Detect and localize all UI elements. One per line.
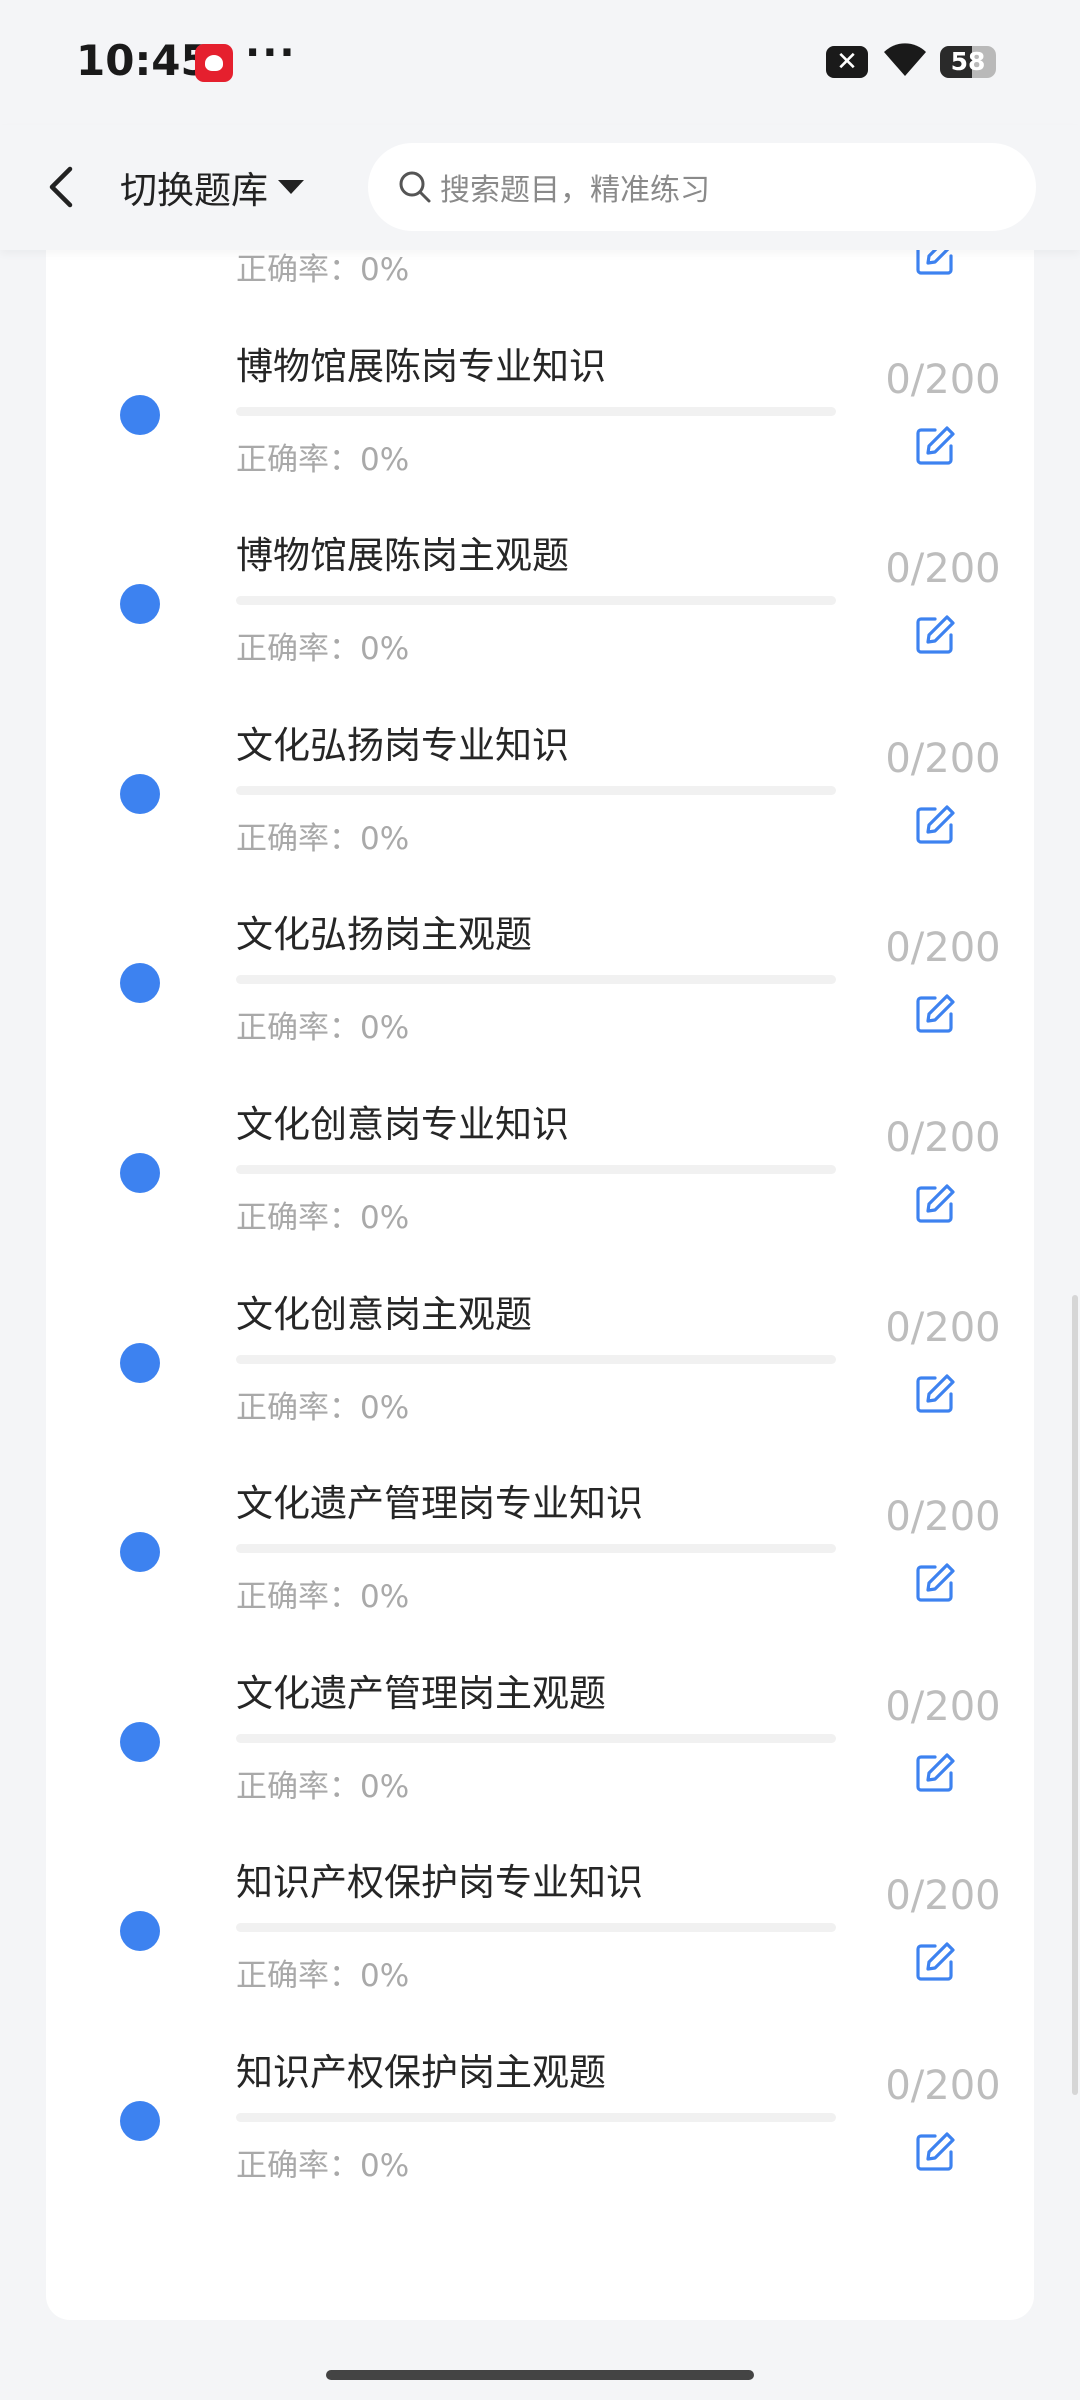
item-title: 博物馆展陈岗专业知识: [236, 345, 606, 388]
edit-icon[interactable]: [913, 613, 957, 657]
status-dot: [120, 1532, 160, 1572]
item-title: 文化遗产管理岗主观题: [236, 1672, 606, 1715]
search-input[interactable]: 搜索题目，精准练习: [368, 143, 1036, 231]
battery-level: 58: [950, 47, 986, 76]
question-count: 0/200: [885, 925, 1001, 971]
edit-icon[interactable]: [913, 2130, 957, 2174]
item-title: 知识产权保护岗专业知识: [236, 1861, 643, 1904]
accuracy-text: 正确率：0%: [236, 1390, 410, 1426]
accuracy-text: 正确率：0%: [236, 2148, 410, 2184]
question-bank-card: 数字人文研究岗主观题正确率：0%0/200博物馆展陈岗专业知识正确率：0%0/2…: [46, 150, 1034, 2320]
question-bank-item[interactable]: 文化遗产管理岗主观题正确率：0% 0/200: [46, 1633, 1034, 1823]
progress-bar: [236, 786, 836, 795]
edit-icon[interactable]: [913, 1940, 957, 1984]
question-bank-item[interactable]: 知识产权保护岗专业知识正确率：0% 0/200: [46, 1822, 1034, 2012]
item-title: 文化弘扬岗主观题: [236, 913, 532, 956]
question-count: 0/200: [885, 1115, 1001, 1161]
accuracy-text: 正确率：0%: [236, 631, 410, 667]
search-icon: [399, 171, 431, 203]
status-dot: [120, 584, 160, 624]
status-dot: [120, 395, 160, 435]
accuracy-text: 正确率：0%: [236, 1958, 410, 1994]
item-title: 博物馆展陈岗主观题: [236, 534, 569, 577]
accuracy-text: 正确率：0%: [236, 821, 410, 857]
edit-icon[interactable]: [913, 992, 957, 1036]
top-bar: 切换题库 搜索题目，精准练习: [0, 125, 1080, 250]
caret-down-icon: [278, 180, 304, 194]
question-bank-item[interactable]: 文化创意岗专业知识正确率：0% 0/200: [46, 1064, 1034, 1254]
search-placeholder: 搜索题目，精准练习: [440, 173, 710, 208]
status-dot: [120, 1343, 160, 1383]
item-title: 文化遗产管理岗专业知识: [236, 1482, 643, 1525]
status-dot: [120, 1722, 160, 1762]
status-dot: [120, 963, 160, 1003]
progress-bar: [236, 407, 836, 416]
question-bank-item[interactable]: 博物馆展陈岗主观题正确率：0% 0/200: [46, 495, 1034, 685]
edit-icon[interactable]: [913, 1182, 957, 1226]
edit-icon[interactable]: [913, 1751, 957, 1795]
accuracy-text: 正确率：0%: [236, 1769, 410, 1805]
edit-icon[interactable]: [913, 1372, 957, 1416]
item-title: 文化弘扬岗专业知识: [236, 724, 569, 767]
app-notification-icon: [195, 44, 233, 82]
progress-bar: [236, 1544, 836, 1553]
edit-icon[interactable]: [913, 1561, 957, 1605]
accuracy-text: 正确率：0%: [236, 1010, 410, 1046]
question-count: 0/200: [885, 1494, 1001, 1540]
accuracy-text: 正确率：0%: [236, 252, 410, 288]
progress-bar: [236, 596, 836, 605]
question-bank-item[interactable]: 文化遗产管理岗专业知识正确率：0% 0/200: [46, 1443, 1034, 1633]
progress-bar: [236, 2113, 836, 2122]
status-dot: [120, 2101, 160, 2141]
edit-icon[interactable]: [913, 803, 957, 847]
question-count: 0/200: [885, 2063, 1001, 2109]
accuracy-text: 正确率：0%: [236, 1200, 410, 1236]
switch-question-bank-button[interactable]: 切换题库: [120, 157, 304, 217]
question-count: 0/200: [885, 1305, 1001, 1351]
question-bank-item[interactable]: 文化创意岗主观题正确率：0% 0/200: [46, 1254, 1034, 1444]
question-count: 0/200: [885, 1684, 1001, 1730]
question-count: 0/200: [885, 736, 1001, 782]
progress-bar: [236, 1923, 836, 1932]
question-count: 0/200: [885, 357, 1001, 403]
item-title: 文化创意岗专业知识: [236, 1103, 569, 1146]
scrollbar[interactable]: [1072, 1295, 1078, 2095]
wifi-icon: [884, 43, 926, 76]
accuracy-text: 正确率：0%: [236, 442, 410, 478]
more-notifications-icon: ···: [245, 30, 297, 76]
question-count: 0/200: [885, 546, 1001, 592]
status-dot: [120, 1153, 160, 1193]
battery-icon: 58: [940, 46, 996, 78]
status-bar: 10:45 ··· ✕ 58: [0, 0, 1080, 125]
progress-bar: [236, 1355, 836, 1364]
item-title: 知识产权保护岗主观题: [236, 2051, 606, 2094]
progress-bar: [236, 975, 836, 984]
status-time: 10:45: [76, 36, 210, 85]
home-indicator[interactable]: [326, 2370, 754, 2380]
question-bank-item[interactable]: 博物馆展陈岗专业知识正确率：0% 0/200: [46, 306, 1034, 496]
question-count: 0/200: [885, 1873, 1001, 1919]
switch-question-bank-label: 切换题库: [120, 169, 268, 212]
edit-icon[interactable]: [913, 424, 957, 468]
close-badge-icon: ✕: [826, 46, 868, 78]
question-bank-item[interactable]: 文化弘扬岗主观题正确率：0% 0/200: [46, 874, 1034, 1064]
question-bank-item[interactable]: 知识产权保护岗主观题正确率：0% 0/200: [46, 2012, 1034, 2202]
status-dot: [120, 1911, 160, 1951]
back-arrow-icon[interactable]: [38, 159, 88, 215]
item-title: 文化创意岗主观题: [236, 1293, 532, 1336]
progress-bar: [236, 1734, 836, 1743]
status-dot: [120, 774, 160, 814]
progress-bar: [236, 1165, 836, 1174]
accuracy-text: 正确率：0%: [236, 1579, 410, 1615]
question-bank-item[interactable]: 文化弘扬岗专业知识正确率：0% 0/200: [46, 685, 1034, 875]
